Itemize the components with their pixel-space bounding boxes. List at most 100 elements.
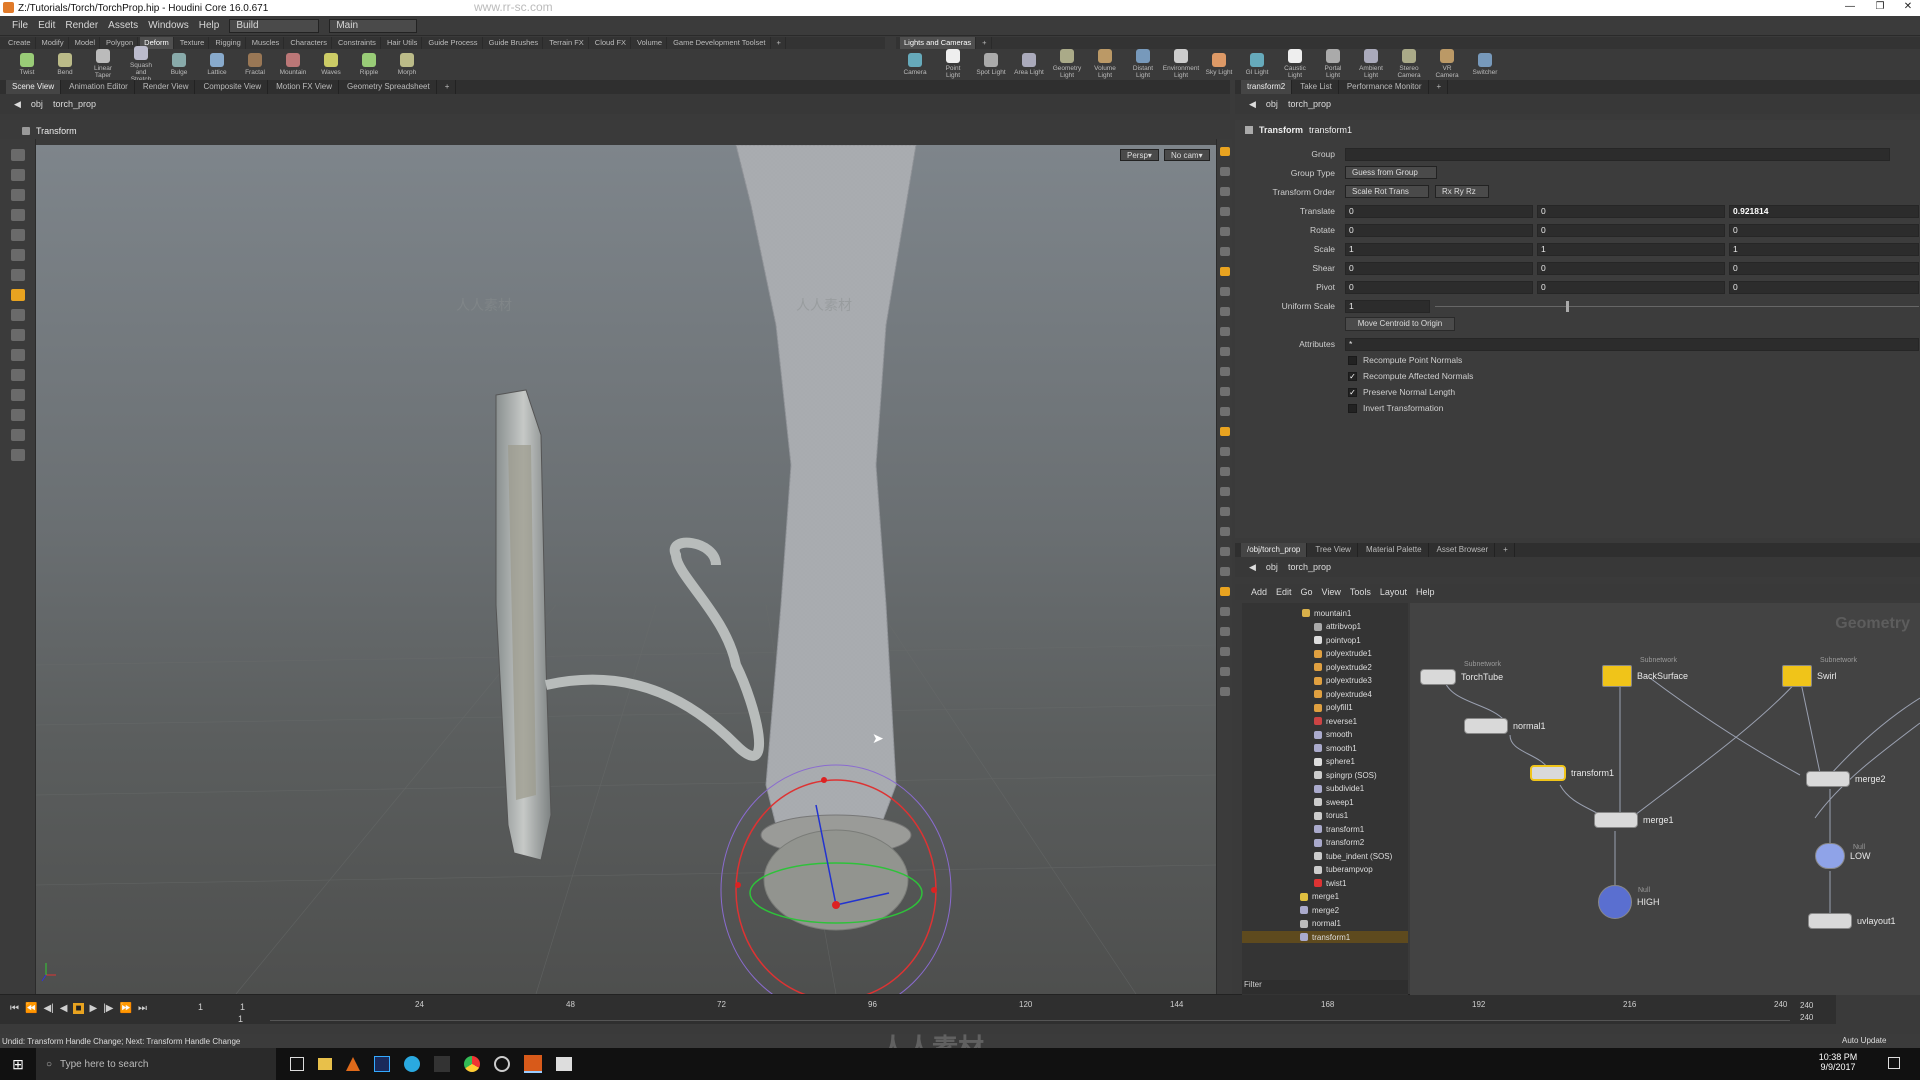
- tool-vr-camera[interactable]: VR Camera: [1432, 49, 1462, 79]
- tree-item-merge1[interactable]: merge1: [1300, 891, 1339, 903]
- step-back-icon[interactable]: ◀|: [43, 1003, 53, 1014]
- uniform-scale-slider-handle[interactable]: [1565, 301, 1569, 312]
- network-tree-view[interactable]: mountain1 attribvop1 pointvop1 polyextrude1…: [1242, 603, 1408, 995]
- viewport-tool-icon[interactable]: [11, 369, 25, 381]
- shelf-tab-guide-brushes[interactable]: Guide Brushes: [485, 37, 544, 49]
- tree-item-normal1[interactable]: normal1: [1300, 918, 1341, 930]
- viewport-tool-icon[interactable]: [11, 349, 25, 361]
- shelf-tab-volume[interactable]: Volume: [633, 37, 668, 49]
- tool-sky-light[interactable]: Sky Light: [1204, 52, 1234, 76]
- network-back-icon[interactable]: ◀: [1249, 562, 1256, 573]
- tree-item-transform1[interactable]: transform1: [1242, 931, 1408, 943]
- param-node-name[interactable]: transform1: [1309, 125, 1352, 135]
- shelf-tab-terrain-fx[interactable]: Terrain FX: [545, 37, 589, 49]
- rotate-x-field[interactable]: 0: [1345, 224, 1533, 237]
- network-tab-obj-torch-prop[interactable]: /obj/torch_prop: [1241, 543, 1308, 557]
- pane-mode-select[interactable]: Main: [329, 18, 418, 33]
- shear-x-field[interactable]: 0: [1345, 262, 1533, 275]
- display-option-icon[interactable]: [1220, 667, 1230, 676]
- tree-item-smooth1[interactable]: smooth1: [1314, 742, 1357, 754]
- path-obj[interactable]: obj: [31, 99, 43, 109]
- pivot-x-field[interactable]: 0: [1345, 281, 1533, 294]
- menu-help[interactable]: Help: [199, 20, 220, 31]
- shelf-tab-lights-cameras[interactable]: Lights and Cameras: [900, 37, 977, 49]
- shear-y-field[interactable]: 0: [1537, 262, 1725, 275]
- param-path-obj[interactable]: obj: [1266, 99, 1278, 109]
- tree-item-tuberampvop[interactable]: tuberampvop: [1314, 864, 1373, 876]
- display-option-icon[interactable]: [1220, 567, 1230, 576]
- display-option-icon[interactable]: [1220, 187, 1230, 196]
- timeline[interactable]: ⏮ ⏪ ◀| ◀ ■ ▶ |▶ ⏩ ⏭ 1 1 1 24 48 72 96 120 144…: [0, 994, 1836, 1024]
- shelf-tab-modify[interactable]: Modify: [38, 37, 69, 49]
- shelf-tab-game-development-toolset[interactable]: Game Development Toolset: [669, 37, 771, 49]
- add-pane-tab-icon[interactable]: +: [439, 80, 457, 94]
- tool-volume-light[interactable]: Volume Light: [1090, 49, 1120, 79]
- tab-geometry-spreadsheet[interactable]: Geometry Spreadsheet: [341, 80, 437, 94]
- menu-assets[interactable]: Assets: [108, 20, 138, 31]
- tree-item-attribvop1[interactable]: attribvop1: [1314, 621, 1361, 633]
- display-option-icon[interactable]: [1220, 287, 1230, 296]
- tree-item-transform1[interactable]: transform1: [1314, 823, 1364, 835]
- display-option-icon[interactable]: [1220, 387, 1230, 396]
- tree-item-sphere1[interactable]: sphere1: [1314, 756, 1355, 768]
- viewport-tool-icon[interactable]: [11, 329, 25, 341]
- vlc-icon[interactable]: [346, 1057, 360, 1071]
- tool-ripple[interactable]: Ripple: [354, 52, 384, 76]
- tab-composite-view[interactable]: Composite View: [197, 80, 269, 94]
- display-option-icon[interactable]: [1220, 307, 1230, 316]
- task-view-icon[interactable]: [290, 1057, 304, 1071]
- close-button[interactable]: ✕: [1893, 1, 1920, 12]
- translate-y-field[interactable]: 0: [1537, 205, 1725, 218]
- shelf-tab-constraints[interactable]: Constraints: [334, 37, 381, 49]
- network-path-obj[interactable]: obj: [1266, 562, 1278, 572]
- network-tab-material-palette[interactable]: Material Palette: [1360, 543, 1429, 557]
- network-menu-edit[interactable]: Edit: [1276, 587, 1292, 597]
- display-option-icon[interactable]: [1220, 267, 1230, 276]
- display-option-icon[interactable]: [1220, 467, 1230, 476]
- tree-item-reverse1[interactable]: reverse1: [1314, 715, 1357, 727]
- translate-x-field[interactable]: 0: [1345, 205, 1533, 218]
- tool-switcher[interactable]: Switcher: [1470, 52, 1500, 76]
- file-explorer-icon[interactable]: [318, 1058, 332, 1070]
- play-icon[interactable]: ▶: [90, 1003, 98, 1014]
- network-menu-view[interactable]: View: [1322, 587, 1341, 597]
- stop-icon[interactable]: ■: [73, 1003, 84, 1014]
- shear-z-field[interactable]: 0: [1729, 262, 1919, 275]
- tool-twist[interactable]: Twist: [12, 52, 42, 76]
- network-menu-help[interactable]: Help: [1416, 587, 1435, 597]
- display-option-icon[interactable]: [1220, 447, 1230, 456]
- jump-end-icon[interactable]: ⏭: [138, 1003, 147, 1014]
- display-option-icon[interactable]: [1220, 407, 1230, 416]
- tree-item-twist1[interactable]: twist1: [1314, 877, 1346, 889]
- rotate-y-field[interactable]: 0: [1537, 224, 1725, 237]
- tree-item-spingrp-sos[interactable]: spingrp (SOS): [1314, 769, 1377, 781]
- display-option-icon[interactable]: [1220, 527, 1230, 536]
- tab-render-view[interactable]: Render View: [137, 80, 196, 94]
- tree-item-polyfill1[interactable]: polyfill1: [1314, 702, 1353, 714]
- shelf-tab-model[interactable]: Model: [71, 37, 101, 49]
- windows-start-icon[interactable]: ⊞: [0, 1056, 36, 1073]
- add-shelf-tab-icon[interactable]: +: [978, 37, 992, 49]
- display-option-icon[interactable]: [1220, 587, 1230, 596]
- group-field[interactable]: [1345, 148, 1890, 161]
- display-option-icon[interactable]: [1220, 227, 1230, 236]
- pivot-z-field[interactable]: 0: [1729, 281, 1919, 294]
- display-option-icon[interactable]: [1220, 347, 1230, 356]
- shelf-tab-guide-process[interactable]: Guide Process: [424, 37, 483, 49]
- tool-waves[interactable]: Waves: [316, 52, 346, 76]
- scale-z-field[interactable]: 1: [1729, 243, 1919, 256]
- transform-order-select[interactable]: Scale Rot Trans: [1345, 185, 1429, 198]
- viewport-tool-icon[interactable]: [11, 169, 25, 181]
- menu-render[interactable]: Render: [65, 20, 98, 31]
- tree-item-mountain1[interactable]: mountain1: [1302, 607, 1351, 619]
- timeline-ruler[interactable]: 24 48 72 96 120 144 168 192 216 240: [270, 999, 1790, 1021]
- node-swirl[interactable]: Subnetwork Swirl: [1782, 657, 1857, 687]
- menu-windows[interactable]: Windows: [148, 20, 189, 31]
- tool-area-light[interactable]: Area Light: [1014, 52, 1044, 76]
- tree-item-merge2[interactable]: merge2: [1300, 904, 1339, 916]
- display-option-icon[interactable]: [1220, 427, 1230, 436]
- viewport-tool-icon[interactable]: [11, 249, 25, 261]
- node-backsurface[interactable]: Subnetwork BackSurface: [1602, 657, 1688, 687]
- add-shelf-tab-icon[interactable]: +: [773, 37, 786, 49]
- tree-item-subdivide1[interactable]: subdivide1: [1314, 783, 1364, 795]
